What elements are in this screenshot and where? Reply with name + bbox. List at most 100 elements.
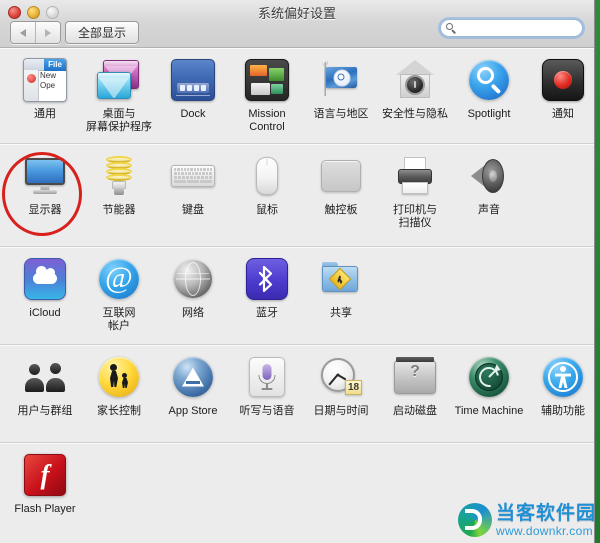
pref-pane-label: Time Machine bbox=[454, 405, 524, 417]
network-icon bbox=[169, 255, 217, 303]
pref-pane-label: Dock bbox=[180, 108, 206, 120]
flash-player-icon: f bbox=[21, 451, 69, 499]
back-button[interactable] bbox=[11, 22, 35, 43]
pref-pane-keyboard[interactable]: 键盘 bbox=[156, 152, 230, 240]
pref-pane-mouse[interactable]: 鼠标 bbox=[230, 152, 304, 240]
pref-pane-dock[interactable]: Dock bbox=[156, 56, 230, 137]
pref-pane-label: 蓝牙 bbox=[256, 307, 278, 319]
icloud-icon bbox=[21, 255, 69, 303]
pref-pane-label: 互联网 bbox=[102, 307, 136, 319]
pref-pane-spotlight[interactable]: Spotlight bbox=[452, 56, 526, 137]
pref-pane-label: 键盘 bbox=[182, 204, 204, 216]
pref-pane-desktop-screensaver[interactable]: 桌面与 屏幕保护程序 bbox=[82, 56, 156, 137]
pref-pane-label: 用户与群组 bbox=[17, 405, 73, 417]
search-field[interactable] bbox=[440, 19, 583, 37]
time-machine-icon bbox=[465, 353, 513, 401]
pref-pane-dictation-speech[interactable]: 听写与语音 bbox=[230, 353, 304, 436]
pref-pane-label-line2: 扫描仪 bbox=[398, 217, 432, 229]
preference-panes-grid: File New Ope 通用 桌面与 屏幕保护程序 Dock Mission … bbox=[0, 48, 594, 543]
bluetooth-icon bbox=[243, 255, 291, 303]
energy-saver-icon bbox=[95, 152, 143, 200]
sound-icon bbox=[465, 152, 513, 200]
pref-pane-label: 网络 bbox=[182, 307, 204, 319]
pref-pane-startup-disk[interactable]: ? 启动磁盘 bbox=[378, 353, 452, 436]
show-all-button[interactable]: 全部显示 bbox=[65, 21, 140, 44]
chevron-left-icon bbox=[20, 28, 26, 37]
pref-pane-label: 辅助功能 bbox=[541, 405, 585, 417]
pref-pane-network[interactable]: 网络 bbox=[156, 255, 230, 338]
trackpad-icon bbox=[317, 152, 365, 200]
pref-pane-accessibility[interactable]: 辅助功能 bbox=[526, 353, 594, 436]
pref-pane-language-region[interactable]: 语言与地区 bbox=[304, 56, 378, 137]
pref-pane-users-groups[interactable]: 用户与群组 bbox=[8, 353, 82, 436]
startup-disk-icon: ? bbox=[391, 353, 439, 401]
pref-pane-label: 启动磁盘 bbox=[393, 405, 437, 417]
pref-pane-label: Mission bbox=[248, 108, 286, 120]
desktop-background: 系统偏好设置 全部显示 File New Ope 通用 桌面与 屏幕保护程序 D… bbox=[0, 0, 600, 543]
navigation-buttons bbox=[10, 21, 61, 44]
pref-pane-parental-controls[interactable]: 家长控制 bbox=[82, 353, 156, 436]
pref-pane-label: App Store bbox=[168, 405, 218, 417]
pref-pane-label: 触控板 bbox=[324, 204, 358, 216]
pref-pane-flash-player[interactable]: f Flash Player bbox=[8, 451, 82, 535]
printers-scanners-icon bbox=[391, 152, 439, 200]
watermark-site-name: 当客软件园 bbox=[495, 502, 596, 524]
app-store-icon bbox=[169, 353, 217, 401]
pref-pane-label: 鼠标 bbox=[256, 204, 278, 216]
search-icon bbox=[446, 22, 457, 34]
pref-pane-label: Flash Player bbox=[14, 503, 76, 515]
pref-pane-app-store[interactable]: App Store bbox=[156, 353, 230, 436]
watermark-logo-icon bbox=[457, 503, 492, 537]
notifications-icon bbox=[539, 56, 587, 104]
pref-pane-trackpad[interactable]: 触控板 bbox=[304, 152, 378, 240]
pref-pane-sound[interactable]: 声音 bbox=[452, 152, 526, 240]
pref-pane-label-line2: 屏幕保护程序 bbox=[86, 121, 152, 133]
pref-pane-security-privacy[interactable]: 安全性与隐私 bbox=[378, 56, 452, 137]
preference-row-hardware: 显示器 节能器 键盘 鼠标 触控板 打印机与 扫描仪 声音 bbox=[0, 144, 594, 247]
search-field-focus-ring bbox=[438, 17, 585, 39]
pref-pane-label: iCloud bbox=[29, 307, 61, 319]
dictation-speech-icon bbox=[243, 353, 291, 401]
pref-pane-label-line2: 帐户 bbox=[108, 320, 130, 332]
desktop-screensaver-icon bbox=[95, 56, 143, 104]
security-privacy-icon bbox=[391, 56, 439, 104]
flash-player-icon-glyph: f bbox=[40, 459, 50, 490]
pref-pane-label: 日期与时间 bbox=[313, 405, 369, 417]
watermark-site-url: www.downkr.com bbox=[495, 523, 593, 538]
pref-pane-printers-scanners[interactable]: 打印机与 扫描仪 bbox=[378, 152, 452, 240]
pref-pane-label: 语言与地区 bbox=[313, 108, 369, 120]
pref-pane-label: 听写与语音 bbox=[239, 405, 295, 417]
pref-pane-label: Spotlight bbox=[467, 108, 511, 120]
general-icon-label: File bbox=[44, 59, 66, 71]
dock-icon bbox=[169, 56, 217, 104]
pref-pane-label: 显示器 bbox=[28, 204, 62, 216]
pref-pane-internet-accounts[interactable]: @ 互联网 帐户 bbox=[82, 255, 156, 338]
system-preferences-window: 系统偏好设置 全部显示 File New Ope 通用 桌面与 屏幕保护程序 D… bbox=[0, 0, 595, 543]
displays-icon bbox=[21, 152, 69, 200]
pref-pane-date-time[interactable]: 18 日期与时间 bbox=[304, 353, 378, 436]
pref-pane-notifications[interactable]: 通知 bbox=[526, 56, 594, 137]
pref-pane-time-machine[interactable]: Time Machine bbox=[452, 353, 526, 436]
mouse-icon bbox=[243, 152, 291, 200]
pref-pane-label: 家长控制 bbox=[97, 405, 141, 417]
pref-pane-icloud[interactable]: iCloud bbox=[8, 255, 82, 338]
pref-pane-label: 通用 bbox=[34, 108, 56, 120]
general-icon: File New Ope bbox=[21, 56, 69, 104]
pref-pane-bluetooth[interactable]: 蓝牙 bbox=[230, 255, 304, 338]
sharing-icon bbox=[317, 255, 365, 303]
pref-pane-label: 桌面与 bbox=[102, 108, 136, 120]
pref-pane-displays[interactable]: 显示器 bbox=[8, 152, 82, 240]
spotlight-icon bbox=[465, 56, 513, 104]
search-input[interactable] bbox=[457, 22, 582, 34]
pref-pane-sharing[interactable]: 共享 bbox=[304, 255, 378, 338]
parental-controls-icon bbox=[95, 353, 143, 401]
pref-pane-label: 通知 bbox=[552, 108, 574, 120]
pref-pane-energy-saver[interactable]: 节能器 bbox=[82, 152, 156, 240]
pref-pane-label: 节能器 bbox=[102, 204, 136, 216]
pref-pane-general[interactable]: File New Ope 通用 bbox=[8, 56, 82, 137]
pref-pane-label: 共享 bbox=[330, 307, 352, 319]
preference-row-personal: File New Ope 通用 桌面与 屏幕保护程序 Dock Mission … bbox=[0, 48, 594, 144]
forward-button[interactable] bbox=[35, 22, 60, 43]
internet-accounts-icon: @ bbox=[95, 255, 143, 303]
pref-pane-mission-control[interactable]: Mission Control bbox=[230, 56, 304, 137]
